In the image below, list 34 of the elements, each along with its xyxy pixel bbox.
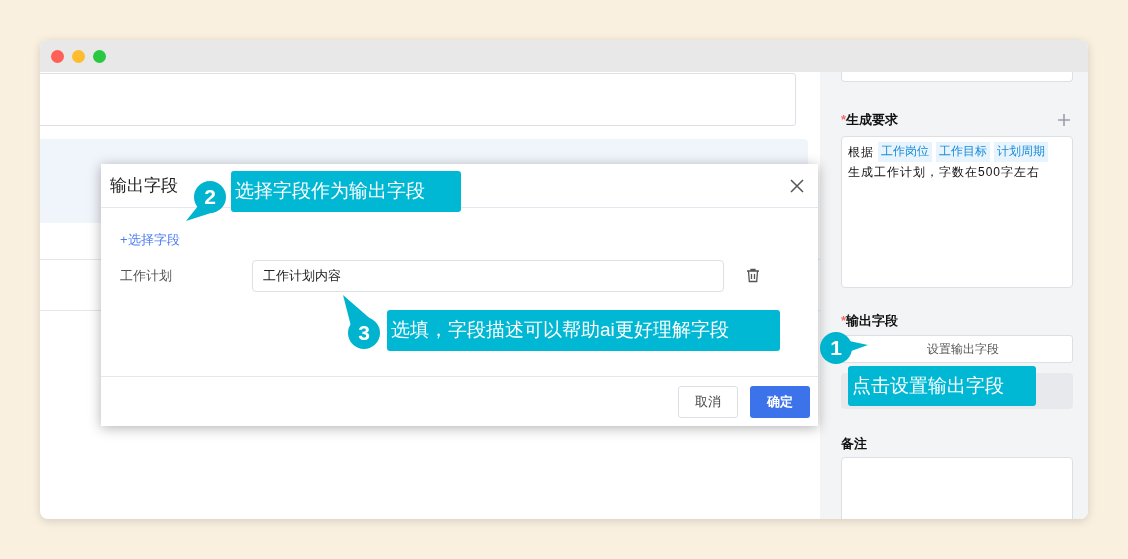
- variable-tag: 计划周期: [994, 142, 1048, 162]
- section-label: 备注: [841, 434, 868, 453]
- callout-pin-shape: [820, 332, 868, 364]
- callout-number: 1: [829, 337, 843, 358]
- maximize-window-icon[interactable]: [93, 49, 106, 63]
- field-label: 工作计划: [120, 266, 173, 285]
- text-area[interactable]: [40, 73, 796, 126]
- description-field[interactable]: 工作计划内容: [252, 259, 724, 292]
- callout-pin-shape: [186, 181, 226, 221]
- callout-number: 3: [357, 322, 371, 343]
- confirm-button[interactable]: 确定: [750, 385, 810, 418]
- cancel-button[interactable]: 取消: [678, 385, 738, 418]
- callout-pin-shape: [343, 295, 380, 349]
- callout-tooltip: 选择字段作为输出字段: [231, 171, 461, 212]
- variable-tag: 工作目标: [936, 142, 990, 162]
- callout-tooltip: 选填，字段描述可以帮助ai更好理解字段: [387, 310, 780, 351]
- callout-number: 2: [203, 186, 217, 207]
- section-label: *输出字段: [841, 312, 900, 330]
- variable-tag: 工作岗位: [878, 142, 932, 162]
- requirement-text-area[interactable]: 根据 工作岗位 工作目标 计划周期 生成工作计划，字数在500字左右: [841, 136, 1073, 288]
- trash-icon[interactable]: [746, 268, 760, 283]
- set-output-fields-button[interactable]: 设置输出字段: [841, 334, 1073, 363]
- close-icon[interactable]: [790, 178, 804, 193]
- plus-icon[interactable]: [1057, 113, 1071, 127]
- dialog-title: 输出字段: [110, 174, 178, 197]
- close-window-icon[interactable]: [51, 49, 64, 63]
- notes-text-area[interactable]: [841, 457, 1073, 519]
- callout-tooltip: 点击设置输出字段: [848, 366, 1036, 406]
- text-field[interactable]: [841, 72, 1073, 82]
- section-label: *生成要求: [841, 111, 899, 130]
- requirement-text: 根据: [848, 144, 874, 161]
- select-field-link[interactable]: +选择字段: [120, 230, 180, 250]
- requirement-text: 生成工作计划，字数在500字左右: [848, 164, 1041, 181]
- minimize-window-icon[interactable]: [72, 49, 85, 63]
